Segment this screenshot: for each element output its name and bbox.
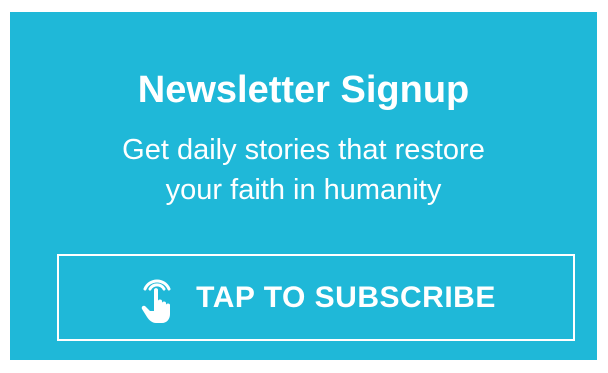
newsletter-subtitle: Get daily stories that restore your fait… [10, 130, 597, 210]
subscribe-button-label: TAP TO SUBSCRIBE [196, 280, 496, 314]
subtitle-line-1: Get daily stories that restore [122, 134, 485, 166]
subscribe-button[interactable]: TAP TO SUBSCRIBE [57, 254, 575, 341]
subtitle-line-2: your faith in humanity [165, 174, 442, 206]
newsletter-title: Newsletter Signup [137, 69, 470, 111]
newsletter-card: Newsletter Signup Get daily stories that… [10, 12, 597, 360]
tap-hand-icon [141, 279, 171, 323]
